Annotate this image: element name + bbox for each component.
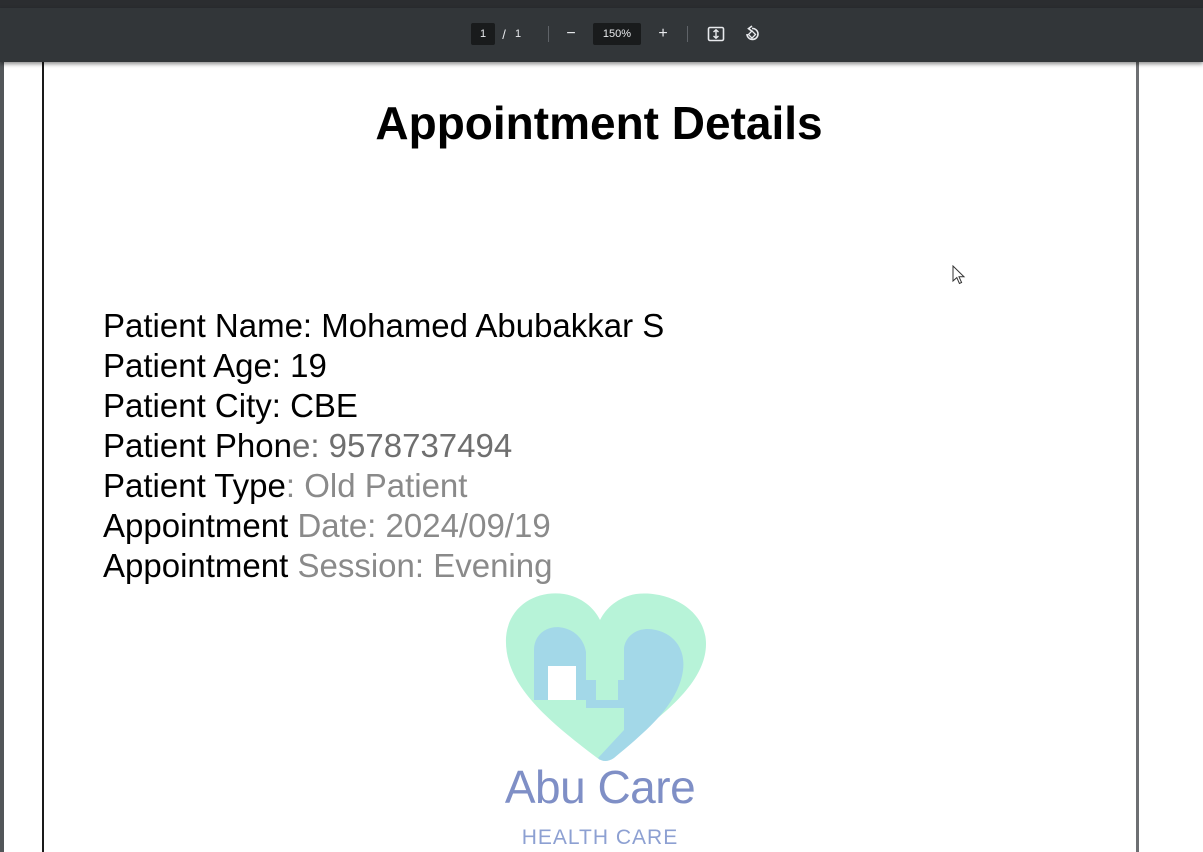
field-appointment-date: Appointment Date: 2024/09/19 — [103, 506, 664, 546]
fit-to-page-button[interactable] — [705, 23, 727, 45]
window-top-strip — [0, 0, 1203, 8]
pdf-page: Appointment Details Patient Name: Mohame… — [4, 62, 1136, 852]
field-patient-phone: Patient Phone: 9578737494 — [103, 426, 664, 466]
rotate-button[interactable] — [741, 23, 763, 45]
field-text: Patient City: CBE — [103, 387, 358, 424]
field-patient-city: Patient City: CBE — [103, 386, 664, 426]
field-text-faded: e: 9578737494 — [291, 427, 513, 464]
field-patient-name: Patient Name: Mohamed Abubakkar S — [103, 306, 664, 346]
page-number-input[interactable]: 1 — [471, 23, 495, 45]
field-patient-age: Patient Age: 19 — [103, 346, 664, 386]
document-title: Appointment Details — [375, 97, 823, 149]
page-separator: / — [502, 26, 506, 42]
logo-brand-text: Abu Care — [504, 761, 696, 813]
page-border-line — [42, 62, 44, 852]
toolbar-divider — [548, 26, 549, 42]
field-patient-type: Patient Type: Old Patient — [103, 466, 664, 506]
field-text: Patient Age: 19 — [103, 347, 327, 384]
field-text: Patient Name: Mohamed Abubakkar S — [103, 307, 665, 344]
field-text-faded: Date: 2024/09/19 — [297, 507, 551, 544]
pdf-viewer-area[interactable]: Appointment Details Patient Name: Mohame… — [0, 62, 1203, 852]
field-text: Patient Phon — [103, 427, 292, 464]
field-appointment-session: Appointment Session: Evening — [103, 546, 664, 586]
field-text-faded: : Old Patient — [285, 467, 468, 504]
zoom-level-input[interactable]: 150% — [593, 23, 641, 45]
zoom-in-button[interactable]: + — [653, 23, 673, 45]
field-text: Appointment — [103, 507, 298, 544]
pdf-toolbar: 1 / 1 − 150% + — [0, 8, 1203, 62]
abu-care-logo: Abu Care HEALTH CARE — [484, 588, 724, 852]
rotate-counterclockwise-icon — [746, 25, 759, 41]
zoom-out-button[interactable]: − — [561, 23, 581, 45]
mouse-cursor-icon — [952, 265, 966, 285]
heart-logo-icon — [505, 593, 706, 761]
fit-page-icon — [707, 26, 725, 42]
page-total: 1 — [514, 28, 522, 40]
appointment-details: Patient Name: Mohamed Abubakkar S Patien… — [103, 306, 664, 586]
field-text: Patient Type — [103, 467, 286, 504]
logo-subtitle-text: HEALTH CARE — [521, 826, 679, 849]
toolbar-divider — [687, 26, 688, 42]
field-text: Appointment — [103, 547, 298, 584]
field-text-faded: Session: Evening — [297, 547, 553, 584]
adjacent-page — [1139, 62, 1203, 852]
